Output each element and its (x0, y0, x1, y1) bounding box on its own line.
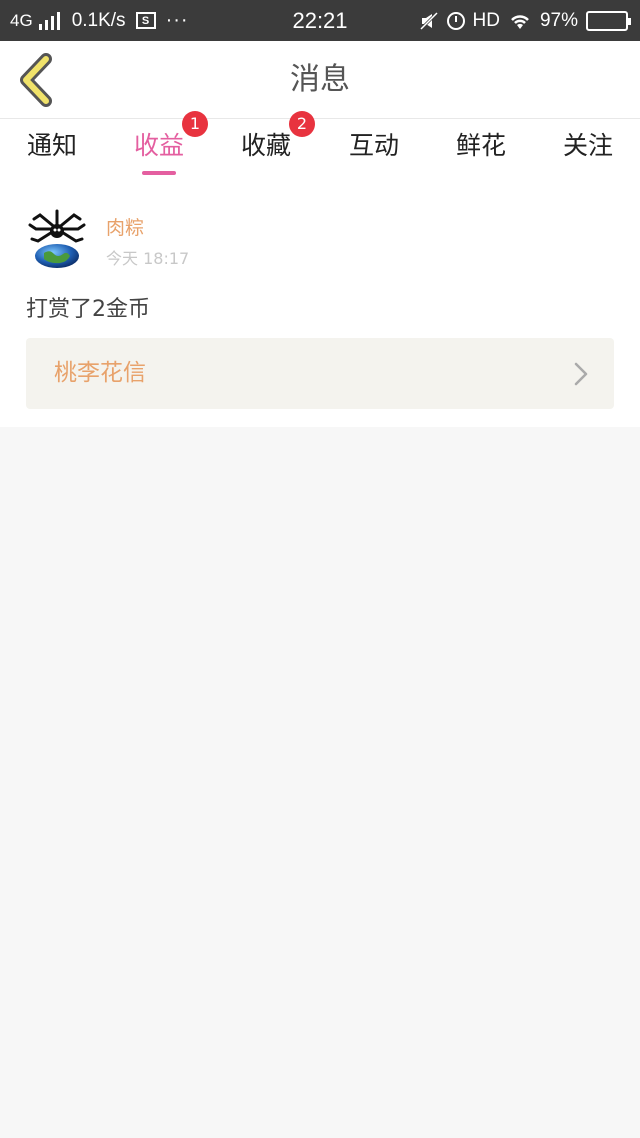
battery-icon (586, 10, 631, 31)
tab-label: 收益 (133, 131, 184, 160)
tab-label: 鲜花 (455, 131, 506, 160)
tab-notifications[interactable]: 通知 (7, 119, 97, 181)
alarm-icon (446, 11, 465, 30)
hd-label: HD (472, 9, 500, 31)
tab-label: 互动 (348, 131, 399, 160)
tab-interactions[interactable]: 互动 (329, 119, 419, 181)
tab-flowers[interactable]: 鲜花 (436, 119, 526, 181)
avatar[interactable] (26, 207, 88, 269)
tab-label: 关注 (562, 131, 613, 160)
status-bar: 4G 0.1K/s S ··· 22:21 HD 97% (0, 0, 640, 41)
wifi-icon (511, 14, 529, 29)
book-title: 桃李花信 (54, 360, 146, 386)
unread-badge: 2 (289, 111, 315, 137)
tab-favorites[interactable]: 收藏 2 (221, 111, 315, 181)
message-timestamp: 今天 18:17 (106, 249, 190, 268)
tab-earnings[interactable]: 收益 1 (114, 111, 208, 181)
battery-percent: 97% (539, 9, 578, 31)
tab-label: 通知 (26, 131, 77, 160)
message-card: 肉粽 今天 18:17 打赏了2金币 桃李花信 (0, 181, 640, 427)
message-text: 打赏了2金币 (26, 297, 150, 322)
unread-badge: 1 (182, 111, 208, 137)
book-link[interactable]: 桃李花信 (26, 338, 614, 409)
sender-username[interactable]: 肉粽 (106, 213, 144, 240)
header: 消息 (0, 41, 640, 119)
tab-bar: 通知 收益 1 收藏 2 互动 鲜花 关注 (0, 111, 640, 181)
active-tab-indicator (142, 171, 176, 175)
page-title: 消息 (290, 62, 350, 97)
status-right: HD 97% (419, 0, 631, 41)
tab-following[interactable]: 关注 (543, 119, 633, 181)
tab-label: 收藏 (240, 131, 291, 160)
mute-icon (419, 11, 438, 30)
chevron-right-icon (574, 362, 588, 386)
